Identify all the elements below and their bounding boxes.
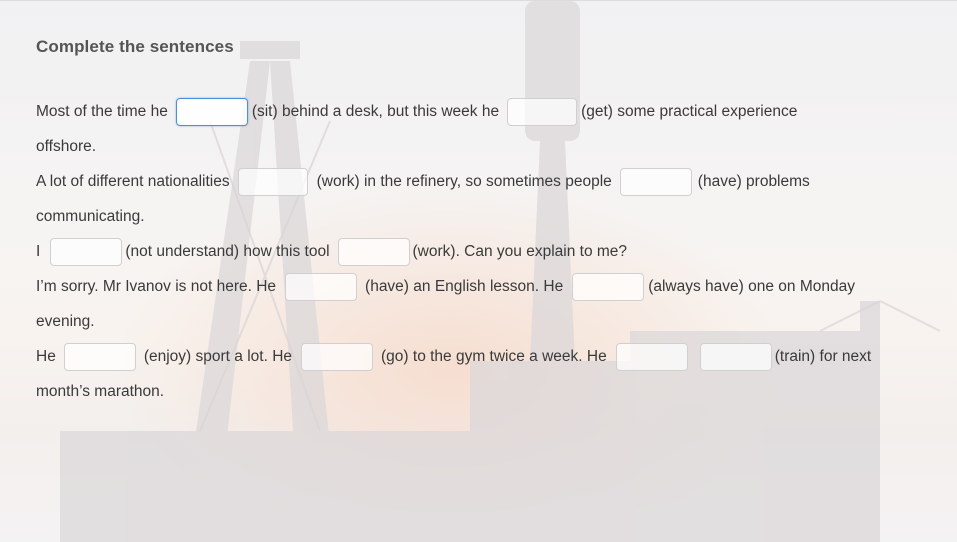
answer-input[interactable] — [699, 342, 772, 371]
sentence-text: communicating. — [36, 207, 145, 225]
sentence-text: I’m sorry. Mr Ivanov is not here. He — [36, 277, 277, 295]
answer-input[interactable] — [507, 97, 578, 126]
sentence-line: communicating. — [36, 199, 926, 234]
answer-input[interactable] — [285, 272, 358, 301]
sentence-text: (enjoy) sport a lot. He — [143, 347, 293, 365]
sentence-text: (train) for next — [774, 347, 872, 365]
answer-input[interactable] — [237, 167, 308, 196]
sentence-text: (work). Can you explain to me? — [412, 242, 628, 260]
sentence-text: evening. — [36, 312, 95, 330]
page-title: Complete the sentences — [36, 37, 234, 56]
sentence-line: Most of the time he (sit) behind a desk,… — [36, 94, 926, 129]
sentence-line: A lot of different nationalities (work) … — [36, 164, 926, 199]
exercise-panel: Complete the sentences Most of the time … — [0, 0, 957, 542]
answer-input[interactable] — [301, 342, 374, 371]
answer-input[interactable] — [572, 272, 645, 301]
sentence-text: (always have) one on Monday — [648, 277, 855, 295]
sentence-text: (have) problems — [697, 172, 810, 190]
answer-input[interactable] — [615, 342, 688, 371]
answer-input[interactable] — [337, 237, 410, 266]
sentence-line: month’s marathon. — [36, 374, 926, 409]
answer-input[interactable] — [63, 342, 136, 371]
sentence-text: (go) to the gym twice a week. He — [381, 347, 607, 365]
sentence-line: evening. — [36, 304, 926, 339]
sentence-text: (have) an English lesson. He — [365, 277, 564, 295]
sentence-text: (sit) behind a desk, but this week he — [251, 102, 500, 120]
answer-input[interactable] — [619, 167, 692, 196]
sentence-text: (work) in the refinery, so sometimes peo… — [316, 172, 612, 190]
sentence-text: (get) some practical experience — [581, 102, 798, 120]
sentence-text: offshore. — [36, 137, 97, 155]
sentence-text: month’s marathon. — [36, 382, 165, 400]
sentence-line: I (not understand) how this tool (work).… — [36, 234, 926, 269]
sentence-text: A lot of different nationalities — [36, 172, 230, 190]
sentence-text: (not understand) how this tool — [125, 242, 330, 260]
sentence-text: He — [36, 347, 56, 365]
sentences-area: Most of the time he (sit) behind a desk,… — [36, 94, 926, 409]
sentence-line: I’m sorry. Mr Ivanov is not here. He (ha… — [36, 269, 926, 304]
answer-input[interactable] — [175, 97, 248, 126]
sentence-line: He (enjoy) sport a lot. He (go) to the g… — [36, 339, 926, 374]
sentence-line: offshore. — [36, 129, 926, 164]
answer-input[interactable] — [50, 237, 123, 266]
sentence-text: I — [36, 242, 41, 260]
sentence-text: Most of the time he — [36, 102, 168, 120]
